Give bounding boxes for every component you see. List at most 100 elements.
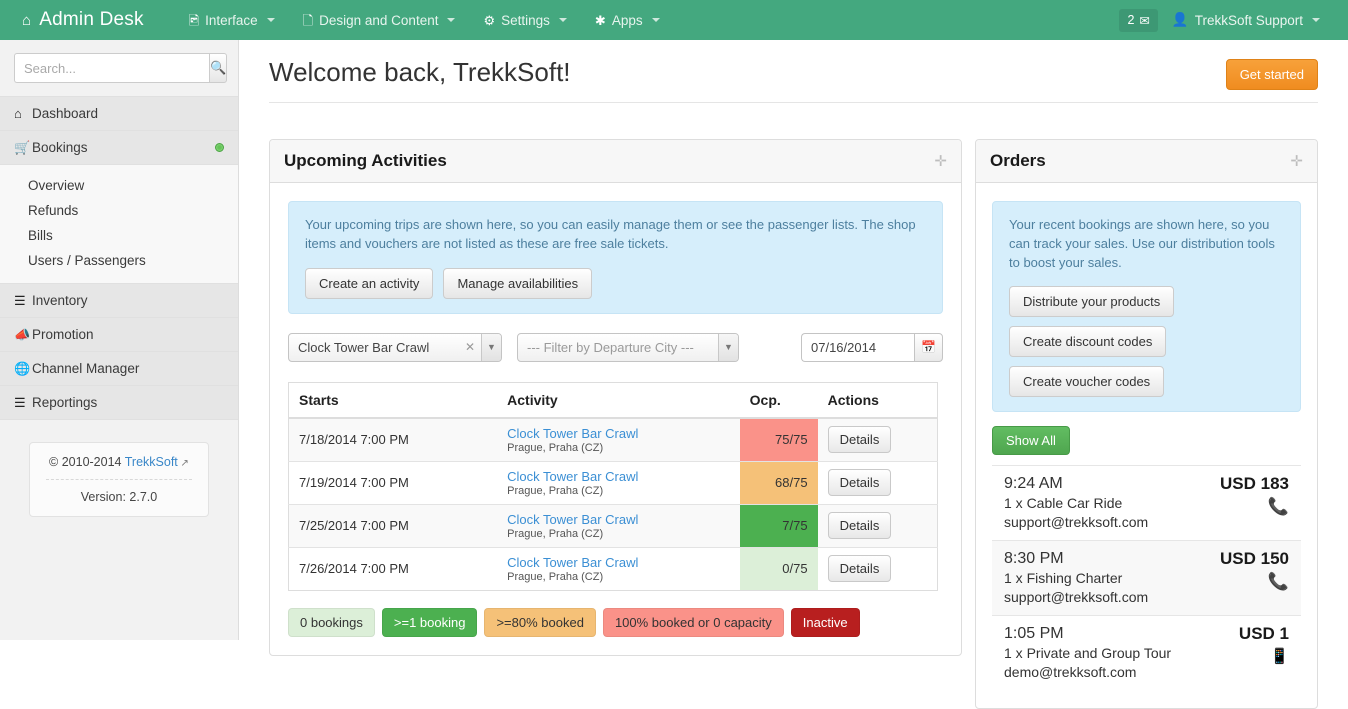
sidebar-subitem-refunds[interactable]: Refunds xyxy=(0,198,238,223)
search-button[interactable]: 🔍 xyxy=(209,53,227,83)
show-all-button[interactable]: Show All xyxy=(992,426,1070,455)
brand-logo[interactable]: ⌂ Admin Desk xyxy=(0,9,162,31)
order-details: 8:30 PM 1 x Fishing Charter support@trek… xyxy=(1004,548,1205,607)
nav-item-apps[interactable]: ✱ Apps xyxy=(582,3,673,38)
cell-occupancy: 75/75 xyxy=(740,418,818,462)
table-header: Starts Activity Ocp. Actions xyxy=(289,382,938,418)
order-details: 1:05 PM 1 x Private and Group Tour demo@… xyxy=(1004,623,1205,682)
user-menu[interactable]: 👤 TrekkSoft Support xyxy=(1162,2,1330,38)
activity-location: Prague, Praha (CZ) xyxy=(507,485,730,497)
sidebar-subitem-overview[interactable]: Overview xyxy=(0,173,238,198)
create-discount-codes-button[interactable]: Create discount codes xyxy=(1009,326,1166,357)
picture-icon: 🖻 xyxy=(189,14,199,27)
move-handle-icon[interactable]: ✛ xyxy=(1290,154,1303,169)
list-item[interactable]: 9:24 AM 1 x Cable Car Ride support@trekk… xyxy=(992,465,1301,540)
messages-button[interactable]: 2 ✉ xyxy=(1119,9,1157,32)
sidebar-item-label: Promotion xyxy=(32,327,94,342)
filter-city-select[interactable]: --- Filter by Departure City --- ▼ xyxy=(517,333,739,362)
nav-item-label: Apps xyxy=(612,13,643,28)
clear-x-icon[interactable]: ✕ xyxy=(465,340,481,354)
sidebar-item-reportings[interactable]: ☰ Reportings xyxy=(0,385,238,420)
orders-list: 9:24 AM 1 x Cable Car Ride support@trekk… xyxy=(992,465,1301,690)
calendar-icon: 📅 xyxy=(921,340,936,354)
details-button[interactable]: Details xyxy=(828,426,892,453)
activity-link[interactable]: Clock Tower Bar Crawl xyxy=(507,426,730,441)
order-time: 9:24 AM xyxy=(1004,473,1205,494)
calendar-button[interactable]: 📅 xyxy=(914,333,943,362)
top-navbar: ⌂ Admin Desk 🖻 Interface 🗋 Design and Co… xyxy=(0,0,1348,40)
list-alt-icon: 🗋 xyxy=(303,14,313,27)
filter-activity-value: Clock Tower Bar Crawl xyxy=(289,340,465,355)
nav-menu: 🖻 Interface 🗋 Design and Content ⚙ Setti… xyxy=(176,3,673,38)
distribute-products-button[interactable]: Distribute your products xyxy=(1009,286,1174,317)
sidebar-item-channel-manager[interactable]: 🌐 Channel Manager xyxy=(0,351,238,386)
list-item[interactable]: 8:30 PM 1 x Fishing Charter support@trek… xyxy=(992,540,1301,615)
panel-body: Your upcoming trips are shown here, so y… xyxy=(270,183,961,655)
legend-badge: >=80% booked xyxy=(484,608,595,637)
sidebar: 🔍 ⌂ Dashboard 🛒 Bookings Overview Refund… xyxy=(0,40,239,640)
show-all-wrap: Show All xyxy=(992,426,1301,455)
sidebar-item-bookings[interactable]: 🛒 Bookings xyxy=(0,130,238,165)
status-dot-icon xyxy=(215,143,224,152)
table-row: 7/19/2014 7:00 PM Clock Tower Bar Crawl … xyxy=(289,461,938,504)
date-input[interactable] xyxy=(801,333,914,362)
activity-location: Prague, Praha (CZ) xyxy=(507,442,730,454)
navbar-right: 2 ✉ 👤 TrekkSoft Support xyxy=(1119,2,1348,38)
list-item[interactable]: 1:05 PM 1 x Private and Group Tour demo@… xyxy=(992,615,1301,690)
sidebar-submenu-bookings: Overview Refunds Bills Users / Passenger… xyxy=(0,165,238,284)
details-button[interactable]: Details xyxy=(828,555,892,582)
nav-item-interface[interactable]: 🖻 Interface xyxy=(176,3,288,38)
nav-item-label: Settings xyxy=(501,13,550,28)
gear-icon: ⚙ xyxy=(483,14,495,27)
nav-item-settings[interactable]: ⚙ Settings xyxy=(470,3,579,38)
occupancy-legend: 0 bookings >=1 booking >=80% booked 100%… xyxy=(288,608,943,637)
chevron-down-icon: ▼ xyxy=(481,334,501,361)
sidebar-item-label: Dashboard xyxy=(32,106,98,121)
cell-starts: 7/26/2014 7:00 PM xyxy=(289,547,498,590)
sidebar-item-label: Bookings xyxy=(32,140,88,155)
activity-link[interactable]: Clock Tower Bar Crawl xyxy=(507,512,730,527)
sidebar-item-dashboard[interactable]: ⌂ Dashboard xyxy=(0,96,238,131)
filter-activity-select[interactable]: Clock Tower Bar Crawl ✕ ▼ xyxy=(288,333,502,362)
order-details: 9:24 AM 1 x Cable Car Ride support@trekk… xyxy=(1004,473,1205,532)
chevron-down-icon: ▼ xyxy=(718,334,738,361)
create-voucher-codes-button[interactable]: Create voucher codes xyxy=(1009,366,1164,397)
nav-item-design-and-content[interactable]: 🗋 Design and Content xyxy=(290,3,469,38)
bullhorn-icon: 📣 xyxy=(14,327,32,343)
trekksoft-link[interactable]: TrekkSoft xyxy=(125,455,178,469)
sidebar-subitem-bills[interactable]: Bills xyxy=(0,223,238,248)
sidebar-search: 🔍 xyxy=(0,40,238,97)
activity-link[interactable]: Clock Tower Bar Crawl xyxy=(507,555,730,570)
activity-link[interactable]: Clock Tower Bar Crawl xyxy=(507,469,730,484)
order-amount: USD 183 xyxy=(1205,473,1289,494)
details-button[interactable]: Details xyxy=(828,469,892,496)
panel-header: Upcoming Activities ✛ xyxy=(270,140,961,183)
upcoming-info-box: Your upcoming trips are shown here, so y… xyxy=(288,201,943,314)
order-email: support@trekksoft.com xyxy=(1004,513,1205,532)
date-filter: 📅 xyxy=(801,333,943,362)
asterisk-icon: ✱ xyxy=(595,14,606,27)
get-started-button[interactable]: Get started xyxy=(1226,59,1318,90)
divider xyxy=(46,479,192,480)
cell-actions: Details xyxy=(818,461,938,504)
chevron-down-icon xyxy=(1312,18,1320,22)
cell-activity: Clock Tower Bar Crawl Prague, Praha (CZ) xyxy=(497,504,740,547)
sidebar-item-inventory[interactable]: ☰ Inventory xyxy=(0,283,238,318)
dashboard-columns: Upcoming Activities ✛ Your upcoming trip… xyxy=(239,139,1348,709)
search-input[interactable] xyxy=(14,53,209,83)
user-icon: 👤 xyxy=(1172,12,1189,28)
move-handle-icon[interactable]: ✛ xyxy=(934,154,947,169)
column-header-ocp: Ocp. xyxy=(740,382,818,418)
panel-body: Your recent bookings are shown here, so … xyxy=(976,183,1317,708)
create-activity-button[interactable]: Create an activity xyxy=(305,268,433,299)
external-link-icon: ↗ xyxy=(178,458,189,469)
manage-availabilities-button[interactable]: Manage availabilities xyxy=(443,268,592,299)
sidebar-subitem-users-passengers[interactable]: Users / Passengers xyxy=(0,248,238,273)
sidebar-item-label: Channel Manager xyxy=(32,361,139,376)
sidebar-item-promotion[interactable]: 📣 Promotion xyxy=(0,317,238,352)
activity-location: Prague, Praha (CZ) xyxy=(507,528,730,540)
activity-filters: Clock Tower Bar Crawl ✕ ▼ --- Filter by … xyxy=(288,333,943,362)
upcoming-info-text: Your upcoming trips are shown here, so y… xyxy=(305,216,926,254)
table-row: 7/18/2014 7:00 PM Clock Tower Bar Crawl … xyxy=(289,418,938,462)
details-button[interactable]: Details xyxy=(828,512,892,539)
